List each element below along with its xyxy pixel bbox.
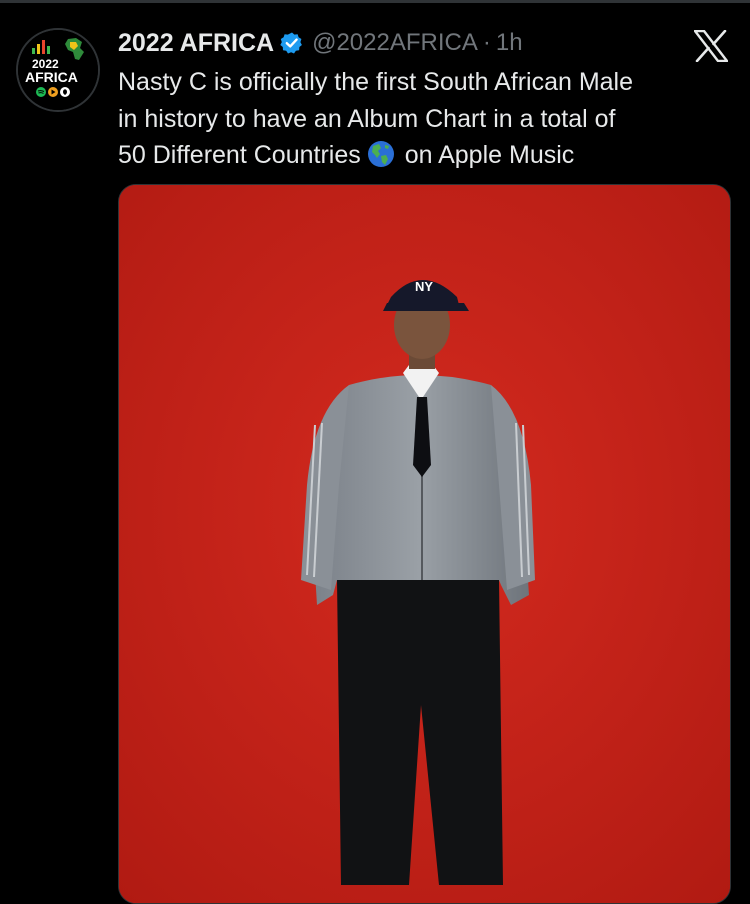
verified-badge-icon — [280, 31, 304, 55]
author-handle[interactable]: @2022AFRICA — [312, 29, 478, 57]
avatar-logo: 2022 AFRICA — [18, 30, 98, 110]
tweet-photo[interactable]: NY — [118, 184, 731, 904]
tweet-text-line-2: in history to have an Album Chart in a t… — [118, 104, 616, 133]
separator-dot: · — [482, 29, 491, 56]
tweet-text-line-3a: 50 Different Countries — [118, 141, 361, 169]
tweet-text-line-1: Nasty C is officially the first South Af… — [118, 68, 634, 96]
tweet-text: Nasty C is officially the first South Af… — [118, 64, 733, 174]
author-display-name[interactable]: 2022 AFRICA — [118, 29, 274, 58]
avatar[interactable]: 2022 AFRICA — [16, 28, 100, 112]
photo-image: NY — [119, 185, 730, 903]
top-divider — [0, 0, 750, 3]
x-logo-icon — [693, 29, 729, 63]
tweet-text-line-3b: on Apple Music — [404, 141, 575, 169]
globe-americas-icon — [367, 140, 395, 168]
cap-logo-text: NY — [415, 279, 433, 294]
avatar-africa-text: AFRICA — [25, 69, 78, 85]
timestamp[interactable]: 1h — [496, 29, 523, 57]
tweet-text-line-3: 50 Different Countries on Apple Music — [118, 137, 733, 174]
tweet-header: 2022 AFRICA @2022AFRICA · 1h — [118, 28, 523, 58]
